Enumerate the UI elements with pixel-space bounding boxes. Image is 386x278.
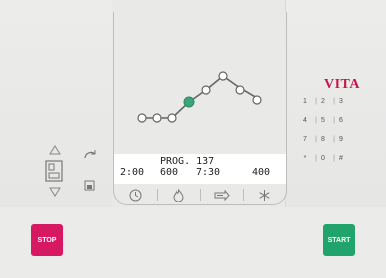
key-0[interactable]: 0 — [314, 155, 335, 162]
time-value-2: 7:30 — [196, 167, 221, 178]
key-hash[interactable]: # — [332, 155, 350, 162]
key-1[interactable]: 1 — [296, 98, 317, 105]
brand-logo: VITA — [324, 77, 360, 92]
start-button[interactable]: START — [323, 224, 355, 256]
curve-node — [218, 71, 228, 81]
key-5[interactable]: 5 — [314, 117, 335, 124]
cooling-icon[interactable] — [255, 187, 275, 203]
firing-display: PROG. 137 2:00 600 7:30 400 — [113, 12, 287, 205]
vacuum-icon[interactable] — [212, 187, 232, 203]
stop-button[interactable]: STOP — [31, 224, 63, 256]
curve-node — [252, 95, 262, 105]
curve-node-active — [183, 96, 195, 108]
curve-node — [152, 113, 162, 123]
time-value-1: 2:00 — [120, 167, 145, 178]
clock-icon[interactable] — [126, 187, 146, 203]
divider — [199, 189, 201, 201]
arrow-down-icon[interactable] — [49, 187, 61, 197]
save-icon[interactable] — [84, 180, 95, 191]
program-label: PROG. 137 — [160, 156, 215, 167]
divider — [156, 189, 158, 201]
curve-node — [235, 85, 245, 95]
flame-icon[interactable] — [169, 187, 189, 203]
numeric-keypad: 1 2 3 4 5 6 7 8 9 * 0 # — [296, 98, 350, 162]
key-6[interactable]: 6 — [332, 117, 350, 124]
refresh-icon[interactable] — [83, 148, 97, 160]
key-4[interactable]: 4 — [296, 117, 317, 124]
key-star[interactable]: * — [296, 155, 317, 162]
temp-value-2: 400 — [252, 167, 271, 178]
curve-node — [201, 85, 211, 95]
program-info: PROG. 137 2:00 600 7:30 400 — [114, 154, 286, 184]
key-9[interactable]: 9 — [332, 136, 350, 143]
key-3[interactable]: 3 — [332, 98, 350, 105]
furnace-icon[interactable] — [45, 160, 63, 182]
curve-node — [137, 113, 147, 123]
divider — [242, 189, 244, 201]
key-2[interactable]: 2 — [314, 98, 335, 105]
firing-curve — [137, 71, 262, 123]
mode-icon-row — [114, 186, 286, 204]
key-8[interactable]: 8 — [314, 136, 335, 143]
curve-node — [167, 113, 177, 123]
key-7[interactable]: 7 — [296, 136, 317, 143]
temp-value-1: 600 — [160, 167, 179, 178]
arrow-up-icon[interactable] — [49, 145, 61, 155]
